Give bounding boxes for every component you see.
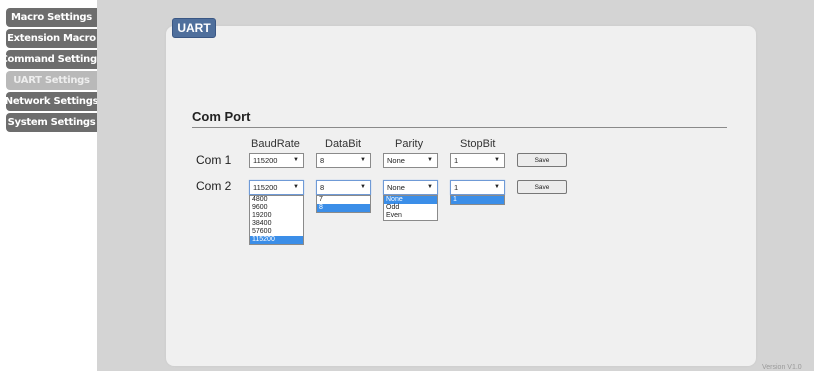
chevron-down-icon: ▼ (427, 157, 433, 163)
dropdown-option[interactable]: 19200 (250, 212, 303, 220)
com1-label: Com 1 (196, 153, 232, 167)
dropdown-option-selected[interactable]: 1 (451, 196, 504, 204)
version-label: Version V1.0 (762, 364, 802, 371)
com1-save-button[interactable]: Save (517, 153, 567, 167)
dropdown-option[interactable]: 38400 (250, 220, 303, 228)
select-value: None (387, 183, 405, 192)
com2-save-button[interactable]: Save (517, 180, 567, 194)
column-header-baudrate: BaudRate (251, 138, 300, 150)
column-header-parity: Parity (395, 138, 424, 150)
dropdown-option[interactable]: 57600 (250, 228, 303, 236)
baudrate-dropdown-list: 4800 9600 19200 38400 57600 115200 (249, 195, 304, 245)
sidebar-item-command-settings[interactable]: Command Settings (6, 50, 97, 69)
select-value: None (387, 156, 405, 165)
select-value: 115200 (253, 183, 278, 192)
section-title: Com Port (192, 109, 251, 124)
sidebar: Macro Settings Extension Macro Command S… (0, 0, 97, 371)
chevron-down-icon: ▼ (494, 184, 500, 190)
chevron-down-icon: ▼ (494, 157, 500, 163)
sidebar-item-extension-macro[interactable]: Extension Macro (6, 29, 97, 48)
dropdown-option-selected[interactable]: None (384, 196, 437, 204)
dropdown-option-selected[interactable]: 115200 (250, 236, 303, 244)
sidebar-item-uart-settings[interactable]: UART Settings (6, 71, 97, 90)
chevron-down-icon: ▼ (293, 157, 299, 163)
parity-dropdown-list: None Odd Even (383, 195, 438, 221)
chevron-down-icon: ▼ (360, 184, 366, 190)
select-value: 1 (454, 156, 459, 165)
dropdown-option[interactable]: 9600 (250, 204, 303, 212)
tab-uart[interactable]: UART (172, 18, 216, 38)
databit-dropdown-list: 7 8 (316, 195, 371, 213)
dropdown-option[interactable]: Even (384, 212, 437, 220)
dropdown-option[interactable]: 7 (317, 196, 370, 204)
com2-parity-select[interactable]: None ▼ (383, 180, 438, 195)
sidebar-item-macro-settings[interactable]: Macro Settings (6, 8, 97, 27)
chevron-down-icon: ▼ (293, 184, 299, 190)
com2-databit-select[interactable]: 8 ▼ (316, 180, 371, 195)
dropdown-option[interactable]: 4800 (250, 196, 303, 204)
com2-baudrate-select[interactable]: 115200 ▼ (249, 180, 304, 195)
section-divider (192, 127, 727, 128)
select-value: 8 (320, 183, 325, 192)
com2-label: Com 2 (196, 179, 232, 193)
sidebar-item-network-settings[interactable]: Network Settings (6, 92, 97, 111)
com1-databit-select[interactable]: 8 ▼ (316, 153, 371, 168)
stopbit-dropdown-list: 1 (450, 195, 505, 205)
column-header-databit: DataBit (325, 138, 362, 150)
dropdown-option-selected[interactable]: 8 (317, 204, 370, 212)
chevron-down-icon: ▼ (427, 184, 433, 190)
column-header-stopbit: StopBit (460, 138, 496, 150)
com2-stopbit-select[interactable]: 1 ▼ (450, 180, 505, 195)
select-value: 1 (454, 183, 459, 192)
select-value: 115200 (253, 156, 278, 165)
dropdown-option[interactable]: Odd (384, 204, 437, 212)
com1-stopbit-select[interactable]: 1 ▼ (450, 153, 505, 168)
select-value: 8 (320, 156, 325, 165)
com1-parity-select[interactable]: None ▼ (383, 153, 438, 168)
chevron-down-icon: ▼ (360, 157, 366, 163)
com1-baudrate-select[interactable]: 115200 ▼ (249, 153, 304, 168)
sidebar-item-system-settings[interactable]: System Settings (6, 113, 97, 132)
